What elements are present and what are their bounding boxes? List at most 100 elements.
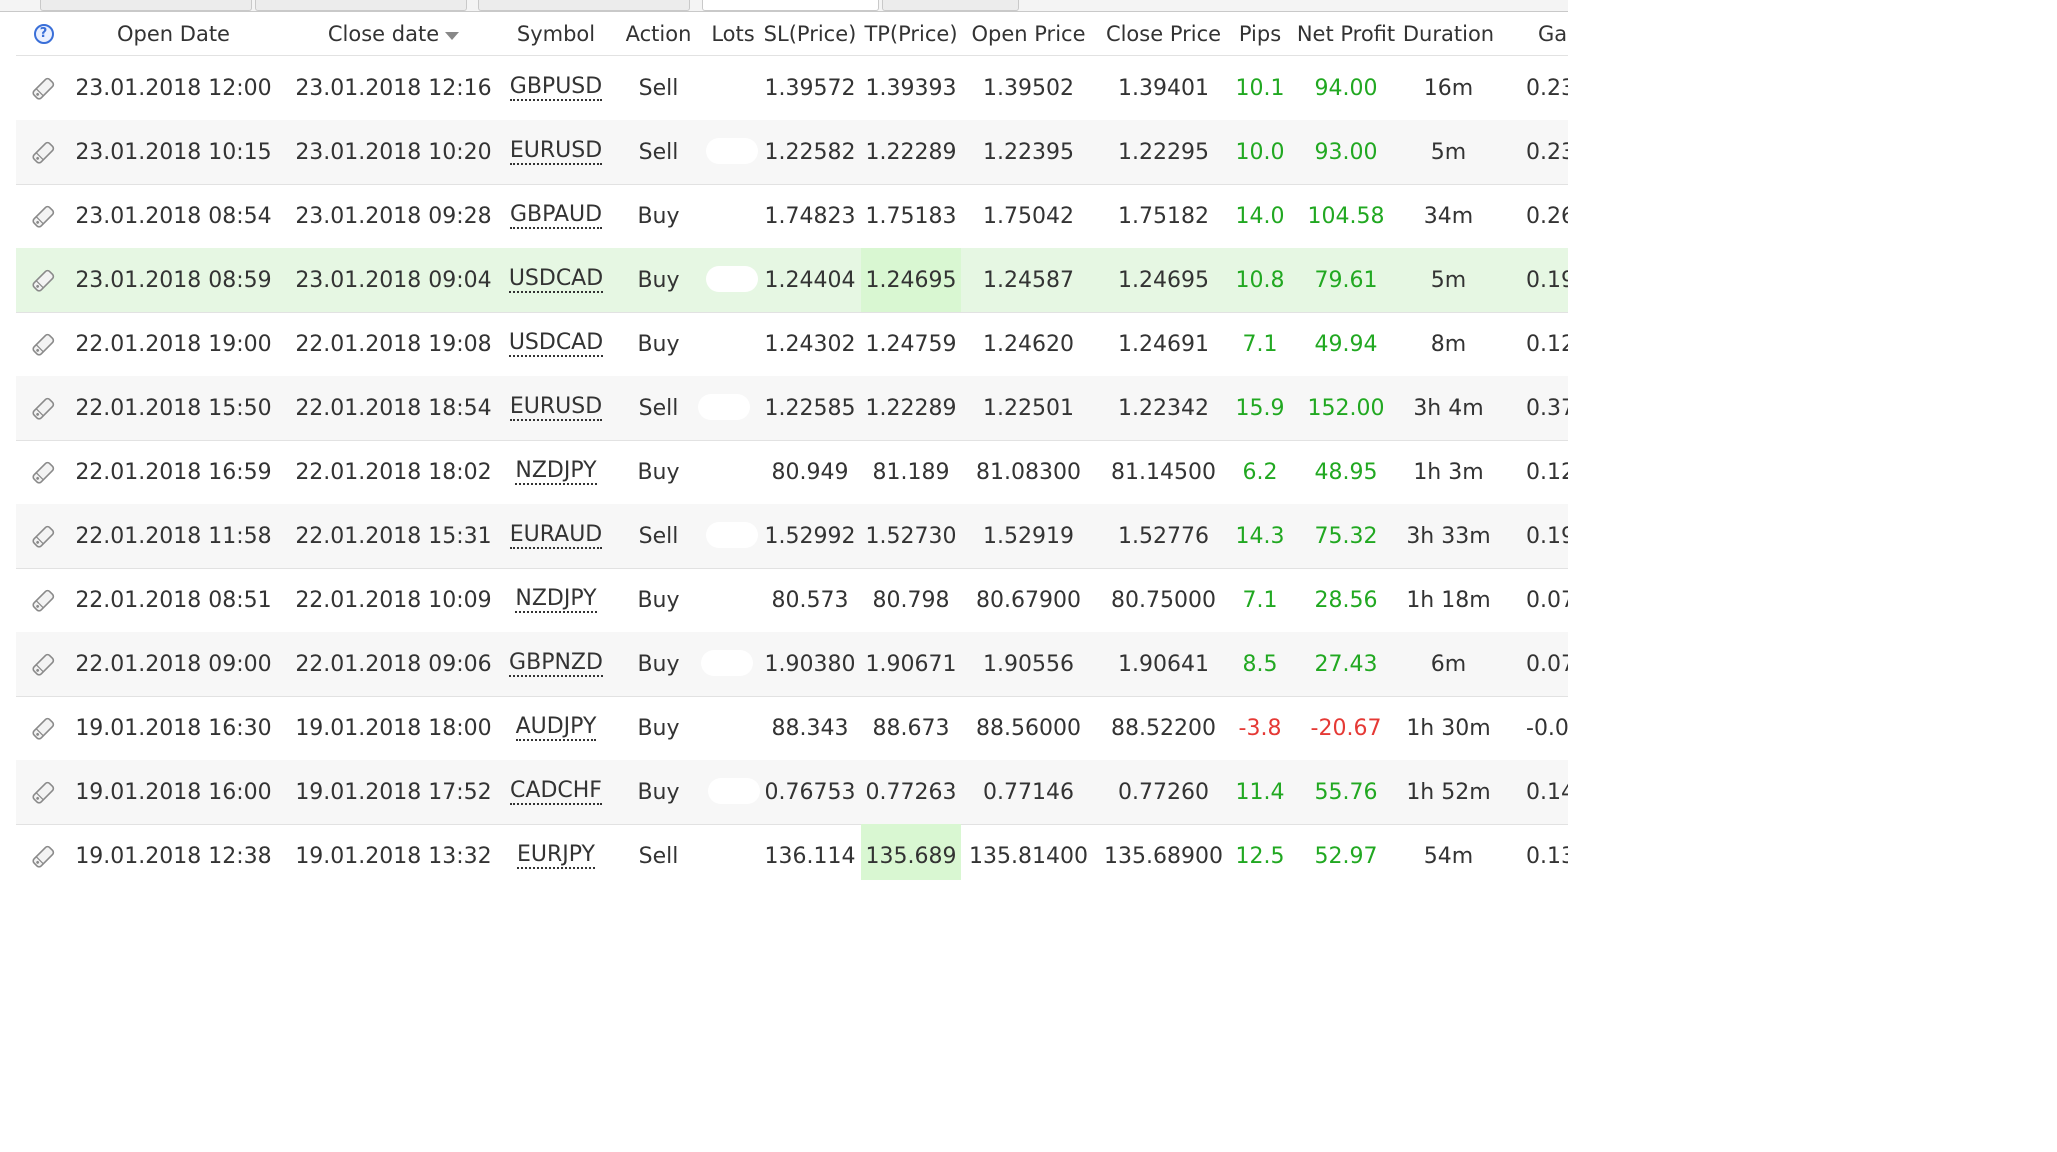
table-row[interactable]: 19.01.2018 16:00 19.01.2018 17:52 CADCHF Bu…: [16, 760, 1568, 825]
table-row[interactable]: 22.01.2018 09:00 22.01.2018 09:06 GBPNZD Bu…: [16, 632, 1568, 697]
tp-price-cell: 1.75183: [865, 203, 957, 229]
tab-active[interactable]: [702, 0, 879, 11]
symbol-link[interactable]: EURUSD: [509, 139, 603, 165]
tag-icon[interactable]: [29, 393, 59, 423]
tab[interactable]: [882, 0, 1019, 11]
symbol-cell[interactable]: GBPAUD: [506, 184, 606, 248]
table-row[interactable]: 22.01.2018 15:50 22.01.2018 18:54 EURUSD Se…: [16, 376, 1568, 441]
symbol-link[interactable]: EURUSD: [509, 395, 603, 421]
tag-icon[interactable]: [29, 521, 59, 551]
symbol-cell[interactable]: USDCAD: [506, 248, 606, 312]
col-action[interactable]: Action: [621, 12, 696, 55]
tag-icon[interactable]: [29, 841, 59, 871]
tag-icon[interactable]: [29, 201, 59, 231]
tag-icon[interactable]: [29, 777, 59, 807]
close-date-cell: 23.01.2018 09:28: [295, 203, 492, 229]
col-open-price[interactable]: Open Price: [966, 12, 1091, 55]
symbol-link[interactable]: AUDJPY: [515, 715, 597, 741]
close-date-cell: 19.01.2018 13:32: [295, 843, 492, 869]
col-duration[interactable]: Duration: [1401, 12, 1496, 55]
action-cell: Buy: [637, 267, 680, 293]
action-cell: Sell: [638, 843, 679, 869]
symbol-cell[interactable]: EURUSD: [506, 376, 606, 440]
sl-price-cell: 1.39572: [764, 75, 856, 101]
open-price-cell: 81.08300: [976, 459, 1081, 485]
net-profit-cell: 55.76: [1314, 779, 1378, 805]
open-price-cell: 1.39502: [983, 75, 1074, 101]
lots-cell: [702, 568, 764, 632]
col-tp-price[interactable]: TP(Price): [861, 12, 961, 55]
col-symbol[interactable]: Symbol: [506, 12, 606, 55]
symbol-cell[interactable]: AUDJPY: [506, 696, 606, 760]
tp-price-cell: 1.22289: [865, 139, 957, 165]
tab[interactable]: [255, 0, 467, 11]
symbol-link[interactable]: EURAUD: [509, 523, 603, 549]
tag-icon[interactable]: [29, 329, 59, 359]
tag-icon[interactable]: [29, 73, 59, 103]
symbol-link[interactable]: USDCAD: [508, 267, 604, 293]
symbol-cell[interactable]: USDCAD: [506, 312, 606, 376]
open-date-cell: 22.01.2018 16:59: [75, 459, 272, 485]
symbol-cell[interactable]: GBPNZD: [506, 632, 606, 696]
tp-price-cell: 81.189: [872, 459, 950, 485]
col-pips[interactable]: Pips: [1231, 12, 1289, 55]
symbol-link[interactable]: GBPNZD: [509, 651, 603, 677]
col-close-price[interactable]: Close Price: [1101, 12, 1226, 55]
tag-icon[interactable]: [29, 713, 59, 743]
tag-icon[interactable]: [29, 265, 59, 295]
symbol-link[interactable]: NZDJPY: [515, 587, 597, 613]
lots-cell: [702, 184, 764, 248]
table-row[interactable]: 22.01.2018 19:00 22.01.2018 19:08 USDCAD Bu…: [16, 312, 1568, 377]
table-row[interactable]: 22.01.2018 11:58 22.01.2018 15:31 EURAUD Se…: [16, 504, 1568, 569]
help-icon[interactable]: ?: [33, 23, 54, 44]
symbol-cell[interactable]: EURJPY: [506, 824, 606, 880]
tag-icon[interactable]: [29, 649, 59, 679]
symbol-cell[interactable]: CADCHF: [506, 760, 606, 824]
symbol-cell[interactable]: EURAUD: [506, 504, 606, 568]
table-row[interactable]: 23.01.2018 12:00 23.01.2018 12:16 GBPUSD Se…: [16, 56, 1568, 121]
symbol-link[interactable]: USDCAD: [508, 331, 604, 357]
table-header: ? Open Date Close date Symbol Action Lot…: [16, 12, 1568, 56]
net-profit-cell: -20.67: [1310, 715, 1382, 741]
table-row[interactable]: 23.01.2018 08:59 23.01.2018 09:04 USDCAD Bu…: [16, 248, 1568, 313]
symbol-link[interactable]: EURJPY: [517, 843, 595, 869]
symbol-cell[interactable]: GBPUSD: [506, 56, 606, 120]
tag-icon[interactable]: [29, 137, 59, 167]
pips-cell: 7.1: [1242, 331, 1278, 357]
col-close-date[interactable]: Close date: [286, 12, 501, 55]
symbol-cell[interactable]: EURUSD: [506, 120, 606, 184]
symbol-link[interactable]: GBPUSD: [509, 75, 603, 101]
symbol-link[interactable]: GBPAUD: [509, 203, 603, 229]
lots-cell: [702, 696, 764, 760]
sl-price-cell: 88.343: [771, 715, 849, 741]
col-lots[interactable]: Lots: [702, 12, 764, 55]
table-row[interactable]: 22.01.2018 16:59 22.01.2018 18:02 NZDJPY Bu…: [16, 440, 1568, 505]
open-price-cell: 1.24587: [983, 267, 1074, 293]
net-profit-cell: 28.56: [1314, 587, 1378, 613]
duration-cell: 8m: [1430, 331, 1467, 357]
sl-price-cell: 136.114: [764, 843, 856, 869]
col-gain[interactable]: Gain: [1504, 12, 1568, 55]
symbol-cell[interactable]: NZDJPY: [506, 440, 606, 504]
gain-cell: 0.23%: [1526, 139, 1568, 165]
col-net-profit[interactable]: Net Profit: [1296, 12, 1396, 55]
open-date-cell: 23.01.2018 12:00: [75, 75, 272, 101]
table-row[interactable]: 23.01.2018 08:54 23.01.2018 09:28 GBPAUD Bu…: [16, 184, 1568, 249]
table-row[interactable]: 23.01.2018 10:15 23.01.2018 10:20 EURUSD Se…: [16, 120, 1568, 185]
table-row[interactable]: 19.01.2018 12:38 19.01.2018 13:32 EURJPY Se…: [16, 824, 1568, 880]
tab[interactable]: [40, 0, 252, 11]
duration-cell: 1h 30m: [1406, 715, 1491, 741]
symbol-link[interactable]: CADCHF: [510, 779, 602, 805]
col-sl-price[interactable]: SL(Price): [764, 12, 857, 55]
symbol-cell[interactable]: NZDJPY: [506, 568, 606, 632]
sl-price-cell: 1.52992: [764, 523, 856, 549]
table-row[interactable]: 19.01.2018 16:30 19.01.2018 18:00 AUDJPY Bu…: [16, 696, 1568, 761]
table-row[interactable]: 22.01.2018 08:51 22.01.2018 10:09 NZDJPY Bu…: [16, 568, 1568, 633]
row-icon-cell: [16, 184, 71, 248]
symbol-link[interactable]: NZDJPY: [515, 459, 597, 485]
tab[interactable]: [478, 0, 690, 11]
duration-cell: 1h 3m: [1413, 459, 1484, 485]
tag-icon[interactable]: [29, 457, 59, 487]
col-open-date[interactable]: Open Date: [71, 12, 276, 55]
tag-icon[interactable]: [29, 585, 59, 615]
